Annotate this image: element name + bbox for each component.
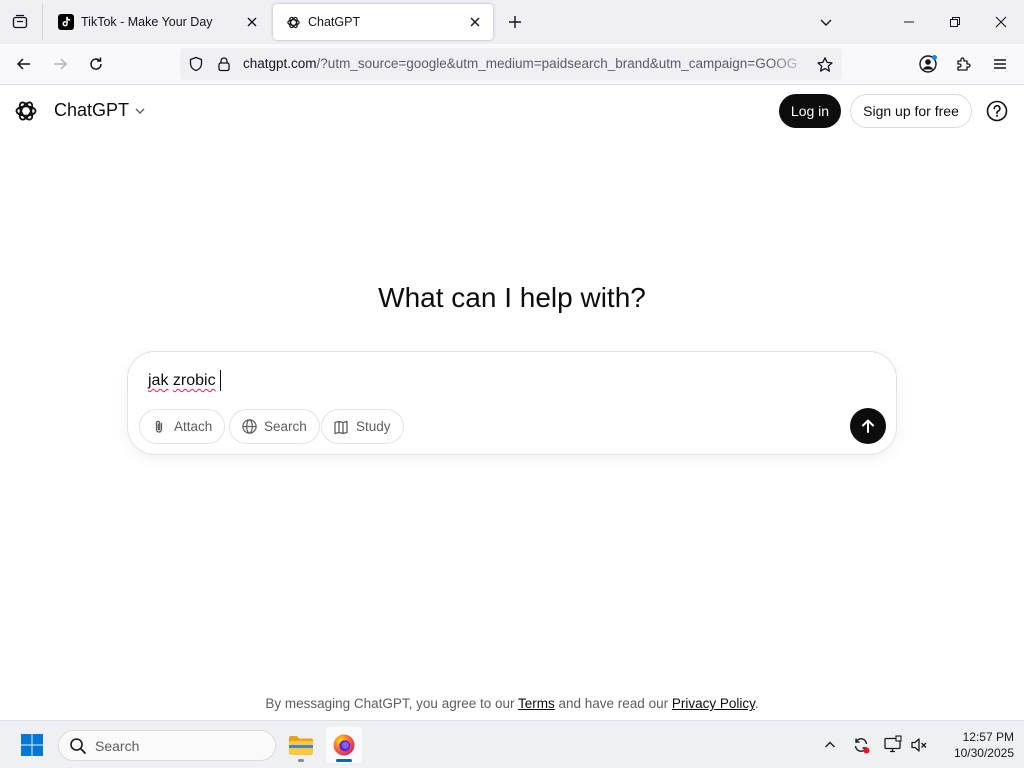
minimize-icon [904, 21, 914, 23]
tab-list-button[interactable] [4, 6, 36, 38]
book-icon [332, 418, 350, 436]
login-button[interactable]: Log in [779, 94, 841, 128]
back-button[interactable] [8, 48, 40, 80]
sync-alert-icon [854, 738, 870, 754]
shield-icon[interactable] [188, 56, 204, 72]
url-host: chatgpt.com [243, 56, 317, 71]
lock-icon[interactable] [216, 56, 232, 72]
search-button[interactable]: Search [229, 409, 320, 444]
browser-tab-strip: TikTok - Make Your Day ChatGPT [0, 0, 1024, 44]
clock-time: 12:57 PM [962, 730, 1014, 744]
address-bar[interactable]: chatgpt.com/?utm_source=google&utm_mediu… [180, 48, 842, 80]
privacy-policy-link[interactable]: Privacy Policy [672, 696, 755, 711]
firefox-taskbar-button[interactable] [326, 727, 362, 763]
brand-label: ChatGPT [54, 100, 130, 120]
new-tab-button[interactable] [502, 8, 528, 36]
terms-disclaimer: By messaging ChatGPT, you agree to our T… [0, 696, 1024, 711]
attach-button[interactable]: Attach [139, 409, 226, 444]
arrow-up-icon [862, 419, 874, 433]
extensions-button[interactable] [948, 48, 980, 80]
disclaimer-prefix: By messaging ChatGPT, you agree to our [265, 696, 518, 711]
reload-icon [90, 57, 102, 70]
active-indicator [336, 759, 352, 762]
globe-icon [240, 418, 258, 436]
paperclip-icon [150, 418, 168, 436]
disclaimer-middle: and have read our [554, 696, 672, 711]
taskbar-clock[interactable]: 12:57 PM 10/30/2025 [930, 729, 1014, 761]
close-tab-icon[interactable] [465, 12, 485, 32]
chevron-up-icon [825, 741, 835, 748]
openai-icon [285, 14, 301, 30]
attach-label: Attach [174, 419, 213, 434]
page-headline: What can I help with? [378, 282, 646, 313]
taskbar-search[interactable]: Search [58, 730, 276, 761]
plus-icon [509, 16, 521, 28]
url-path: /?utm_source=google&utm_medium=paidsearc… [316, 56, 798, 71]
tab-chatgpt[interactable]: ChatGPT [273, 4, 493, 40]
firefox-icon [333, 734, 355, 756]
tab-tiktok[interactable]: TikTok - Make Your Day [46, 4, 270, 40]
reload-button[interactable] [80, 48, 112, 80]
speaker-muted-icon [911, 738, 927, 752]
url-text[interactable]: chatgpt.com/?utm_source=google&utm_mediu… [243, 56, 811, 71]
close-window-button[interactable] [978, 0, 1024, 44]
text-caret [220, 370, 221, 391]
close-tab-icon[interactable] [242, 12, 262, 32]
bookmark-star-icon[interactable] [816, 56, 834, 74]
menu-button[interactable] [984, 48, 1016, 80]
account-button[interactable] [912, 48, 944, 80]
disclaimer-suffix: . [754, 696, 759, 711]
prompt-input[interactable]: jak zrobic [148, 372, 216, 390]
help-icon[interactable] [986, 100, 1008, 122]
navigation-toolbar: chatgpt.com/?utm_source=google&utm_mediu… [0, 44, 1024, 85]
windows-taskbar: Search 12:57 PM 10/30/2025 [0, 720, 1024, 768]
show-hidden-icons-button[interactable] [818, 733, 842, 757]
search-label: Search [264, 419, 307, 434]
restore-icon [950, 17, 960, 27]
taskbar-search-label: Search [95, 737, 140, 754]
prompt-composer[interactable]: jak zrobic Attach Search Study [127, 351, 897, 455]
close-icon [995, 16, 1007, 28]
minimize-button[interactable] [886, 0, 932, 44]
arrow-right-icon [54, 58, 68, 70]
signup-button[interactable]: Sign up for free [850, 94, 972, 128]
tab-list-icon [12, 14, 28, 29]
folder-icon [289, 736, 313, 755]
list-all-tabs-button[interactable] [812, 8, 840, 36]
prompt-word: zrobic [172, 372, 216, 389]
terms-link[interactable]: Terms [518, 696, 555, 711]
windows-start-icon[interactable] [20, 733, 44, 757]
running-indicator [298, 759, 304, 762]
restore-button[interactable] [932, 0, 978, 44]
model-selector[interactable]: ChatGPT [54, 100, 147, 121]
url-fade [770, 52, 812, 76]
tab-title: TikTok - Make Your Day [81, 15, 213, 29]
file-explorer-button[interactable] [283, 727, 319, 763]
update-tray-button[interactable] [849, 733, 873, 757]
openai-logo-icon[interactable] [14, 99, 38, 123]
puzzle-icon [957, 57, 971, 71]
tab-title: ChatGPT [308, 15, 361, 29]
arrow-left-icon [16, 58, 30, 70]
search-icon [70, 737, 86, 754]
study-label: Study [356, 419, 391, 434]
study-button[interactable]: Study [321, 409, 404, 444]
chevron-down-icon [820, 19, 832, 26]
clock-date: 10/30/2025 [953, 746, 1014, 760]
forward-button[interactable] [44, 48, 76, 80]
tab-separator [42, 4, 43, 40]
prompt-word: jak [148, 372, 169, 389]
network-button[interactable] [881, 733, 905, 757]
tiktok-icon [58, 14, 74, 30]
chevron-down-icon [135, 108, 145, 114]
network-icon [884, 735, 902, 753]
account-icon [919, 55, 937, 73]
volume-button[interactable] [907, 733, 931, 757]
hamburger-icon [994, 59, 1006, 69]
send-button[interactable] [850, 408, 886, 444]
